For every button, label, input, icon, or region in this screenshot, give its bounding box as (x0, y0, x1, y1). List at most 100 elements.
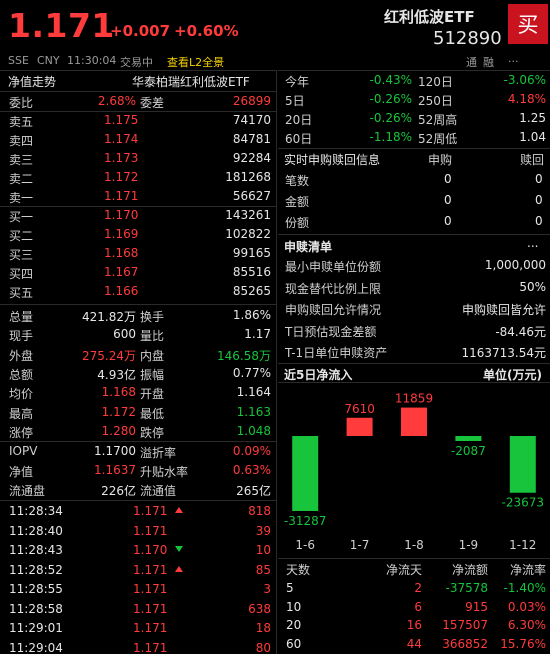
tick-row[interactable]: 11:28:55 1.171 3 (0, 580, 276, 599)
flow-days: 20 (286, 618, 302, 632)
trading-status: 交易中 (120, 56, 153, 69)
stat-label: 换手 (140, 310, 165, 324)
bid-label: 买五 (9, 286, 34, 300)
tick-time: 11:28:34 (9, 504, 63, 518)
shushu-value: 申购赎回皆允许 (461, 303, 546, 317)
flow-table-col: 净流天 (385, 563, 422, 577)
tick-row[interactable]: 11:29:04 1.171 80 (0, 639, 276, 654)
net-inflow-chart: -31287 1-6 7610 1-7 11859 1-8 -2087 1-9 -23673 1-… (284, 392, 544, 552)
stat-row: 总额 4.93亿 振幅 0.77% (0, 364, 276, 383)
stat-value: 1.86% (232, 308, 271, 322)
inflow-category-label: 1-12 (509, 538, 536, 552)
stat-value: 4.93亿 (97, 367, 136, 382)
flow-days: 10 (286, 599, 302, 614)
net-inflow-header: 近5日净流入 单位(万元) (278, 364, 550, 382)
ask-row: 卖三 1.173 92284 (0, 149, 276, 168)
bid-label: 买一 (9, 210, 34, 224)
price-header: 1.171 +0.007 +0.60% 红利低波ETF 512890 买 (0, 0, 550, 52)
ask-label: 卖五 (9, 115, 34, 129)
tick-volume: 18 (255, 621, 271, 635)
nav-trend-tab[interactable]: 净值走势 (8, 73, 56, 90)
bid-label: 买四 (9, 267, 34, 281)
tick-time: 11:28:58 (9, 601, 63, 616)
bid-row: 买四 1.167 85516 (0, 263, 276, 282)
stat-value: 1.17 (244, 327, 271, 342)
buy-button[interactable]: 买 (508, 4, 548, 44)
shushu-title: 申赎清单 (284, 240, 333, 254)
tick-time: 11:28:43 (9, 543, 63, 557)
bid-price: 1.167 (104, 265, 139, 279)
more-button[interactable]: ... (508, 52, 519, 65)
tick-price: 1.171 (133, 601, 168, 616)
tick-row[interactable]: 11:28:52 1.171 85 (0, 561, 276, 580)
subscribe-value-buy: 0 (444, 214, 452, 228)
perf-label: 52周低 (418, 132, 458, 146)
inflow-category-label: 1-8 (404, 538, 424, 552)
subscribe-row: 笔数 0 0 (278, 170, 550, 190)
tick-volume: 818 (248, 504, 271, 518)
flow-net-days: 44 (406, 636, 422, 651)
ask-label: 卖三 (9, 153, 34, 167)
subscribe-value-redeem: 0 (535, 172, 543, 186)
iopv-value: 0.09% (232, 444, 271, 458)
perf-row: 今年 -0.43% 120日 -3.06% (278, 71, 550, 90)
shushu-row: 最小申赎单位份额 1,000,000 (278, 256, 550, 276)
ask-row: 卖四 1.174 84781 (0, 130, 276, 149)
shushu-value: 50% (519, 279, 546, 294)
tick-row[interactable]: 11:28:58 1.171 638 (0, 600, 276, 619)
stat-label: 总额 (9, 367, 34, 382)
performance-block: 今年 -0.43% 120日 -3.06% 5日 -0.26% 250日 4.18% 20日 -0… (278, 71, 550, 147)
bid-row: 买五 1.166 85265 (0, 282, 276, 301)
tick-row[interactable]: 11:29:01 1.171 18 (0, 619, 276, 638)
arrow-up-icon (175, 565, 183, 572)
flow-rate: 0.03% (507, 599, 546, 614)
tick-row[interactable]: 11:28:43 1.170 10 (0, 541, 276, 560)
l2-link[interactable]: 查看L2全景 (167, 54, 224, 70)
shushu-label: 最小申赎单位份额 (285, 260, 382, 274)
tick-volume: 80 (255, 640, 271, 654)
tick-row[interactable]: 11:28:40 1.171 39 (0, 522, 276, 541)
perf-label: 5日 (285, 94, 305, 108)
inflow-bar-1-7 (346, 417, 373, 436)
quote-time: 11:30:04 (67, 54, 117, 67)
inflow-category-label: 1-6 (295, 538, 315, 552)
price-change: +0.007 (110, 22, 171, 40)
stats-block: 总量 421.82万 换手 1.86% 现手 600 量比 1.17 外盘 275.24万 内盘 14… (0, 306, 276, 442)
inflow-bar-1-12 (509, 436, 536, 493)
tick-list[interactable]: 11:28:34 1.171 818 11:28:40 1.171 39 11:28:43 1… (0, 502, 276, 654)
perf-row: 60日 -1.18% 52周低 1.04 (278, 128, 550, 147)
inflow-bar-1-9 (455, 436, 482, 442)
flow-table-row: 10 6 915 0.03% (278, 598, 550, 616)
shushu-value: 1163713.54元 (461, 346, 546, 360)
ask-price: 1.171 (104, 189, 139, 203)
perf-value: -0.43% (369, 73, 412, 87)
shushu-row: T-1日单位申赎资产 1163713.54元 (278, 342, 550, 362)
subscribe-value-buy: 0 (444, 172, 452, 186)
flow-net-days: 6 (414, 599, 422, 614)
security-name: 红利低波ETF (384, 8, 475, 26)
stat-value: 0.77% (232, 365, 271, 380)
shushu-value: 1,000,000 (484, 258, 546, 272)
flow-table: 天数 净流天 净流额 净流率 5 2 -37578 -1.40% 10 6 915 0.03% 20 16… (278, 559, 550, 654)
shushu-more[interactable]: ... (527, 236, 538, 250)
tong-tag: 通 (466, 56, 477, 69)
tick-volume: 638 (248, 601, 271, 616)
iopv-value: 0.63% (232, 463, 271, 477)
inflow-category-label: 1-7 (350, 538, 370, 552)
flow-net-days: 16 (406, 618, 422, 632)
tick-price: 1.171 (133, 504, 168, 518)
flow-table-row: 20 16 157507 6.30% (278, 616, 550, 634)
perf-value: 4.18% (507, 92, 546, 106)
inflow-value-label: -31287 (284, 514, 327, 528)
subscribe-col2: 赎回 (520, 153, 545, 167)
flow-rate: 6.30% (507, 618, 546, 632)
last-price: 1.171 (8, 6, 115, 45)
tick-row[interactable]: 11:28:34 1.171 818 (0, 502, 276, 521)
weibi-row: 委比 2.68% 委差 26899 (0, 92, 276, 111)
ask-price: 1.172 (104, 170, 139, 184)
flow-rate: -1.40% (503, 581, 546, 595)
stat-value: 1.168 (101, 385, 136, 400)
shushu-row: 现金替代比例上限 50% (278, 278, 550, 298)
flow-amount: 366852 (442, 636, 488, 651)
stat-value: 146.58万 (217, 348, 271, 363)
